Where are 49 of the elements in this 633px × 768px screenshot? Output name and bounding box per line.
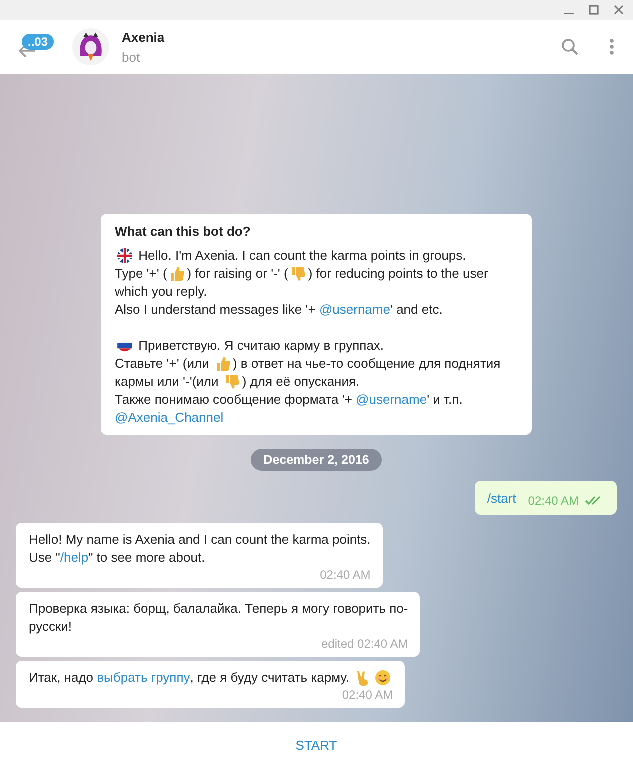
avatar [72, 28, 110, 66]
close-icon[interactable] [614, 5, 624, 15]
message-text: " to see more about. [88, 549, 206, 567]
message-text: , где я буду считать карму. [190, 669, 350, 687]
unread-badge: ..03 [22, 34, 54, 50]
message-text: ) в ответ на чье-то сообщение для поднятия [232, 355, 501, 373]
message-text: кармы или '-'(или [115, 373, 220, 391]
mention-link[interactable]: @username [356, 391, 428, 409]
smiley-icon [375, 670, 392, 686]
message-link[interactable]: /help [60, 549, 89, 567]
message-text: ' и т.п. [427, 391, 463, 409]
start-button[interactable]: START [286, 732, 348, 758]
message-link[interactable]: /start [487, 490, 516, 508]
thumbs-up-icon [214, 356, 231, 372]
message-text: ) for raising or '-' ( [187, 265, 288, 283]
message-text: ' and etc. [390, 301, 443, 319]
message-text: Type '+' ( [115, 265, 168, 283]
mention-link[interactable]: @Axenia_Channel [115, 409, 224, 427]
message-text: Также понимаю сообщение формата '+ [115, 391, 354, 409]
message-text: Also I understand messages like '+ [115, 301, 317, 319]
message-text: ) for reducing points to the user [308, 265, 488, 283]
chat-status: bot [122, 50, 142, 64]
thumbs-up-icon [169, 266, 186, 282]
more-menu-icon[interactable] [609, 38, 615, 56]
mention-link[interactable]: @username [319, 301, 390, 319]
search-icon[interactable] [561, 38, 579, 56]
message-time: 02:40 AM [528, 493, 579, 509]
message-text: Проверка языка: борщ, балалайка. Теперь я могу говорить по- [29, 600, 408, 618]
thumbs-down-icon [290, 266, 306, 282]
message-text: Use " [29, 549, 60, 567]
message-text: русски! [29, 618, 72, 636]
maximize-icon[interactable] [589, 5, 599, 15]
card-title: What can this bot do? [115, 223, 252, 241]
message-text: ) для её опускания. [242, 373, 360, 391]
chat-name: Axenia [122, 30, 166, 44]
message-text: Hello! My name is Axenia and I can count the karma points. [29, 531, 371, 549]
thumbs-down-icon [224, 374, 240, 390]
message-text: which you reply. [115, 283, 208, 301]
message-time: 02:40 AM [320, 567, 371, 583]
message-text: Итак, надо [29, 669, 95, 687]
message-link[interactable]: выбрать группу [97, 669, 190, 687]
message-text: Ставьте '+' (или [115, 355, 210, 373]
flag-icon [117, 338, 133, 354]
flag-icon [117, 248, 133, 264]
message-text: Hello. I'm Axenia. I can count the karma points in groups. [138, 247, 466, 265]
date-divider: December 2, 2016 [250, 449, 382, 471]
message-time: edited 02:40 AM [322, 636, 408, 652]
message-text: Приветствую. Я считаю карму в группах. [138, 337, 384, 355]
message-time: 02:40 AM [342, 687, 394, 703]
